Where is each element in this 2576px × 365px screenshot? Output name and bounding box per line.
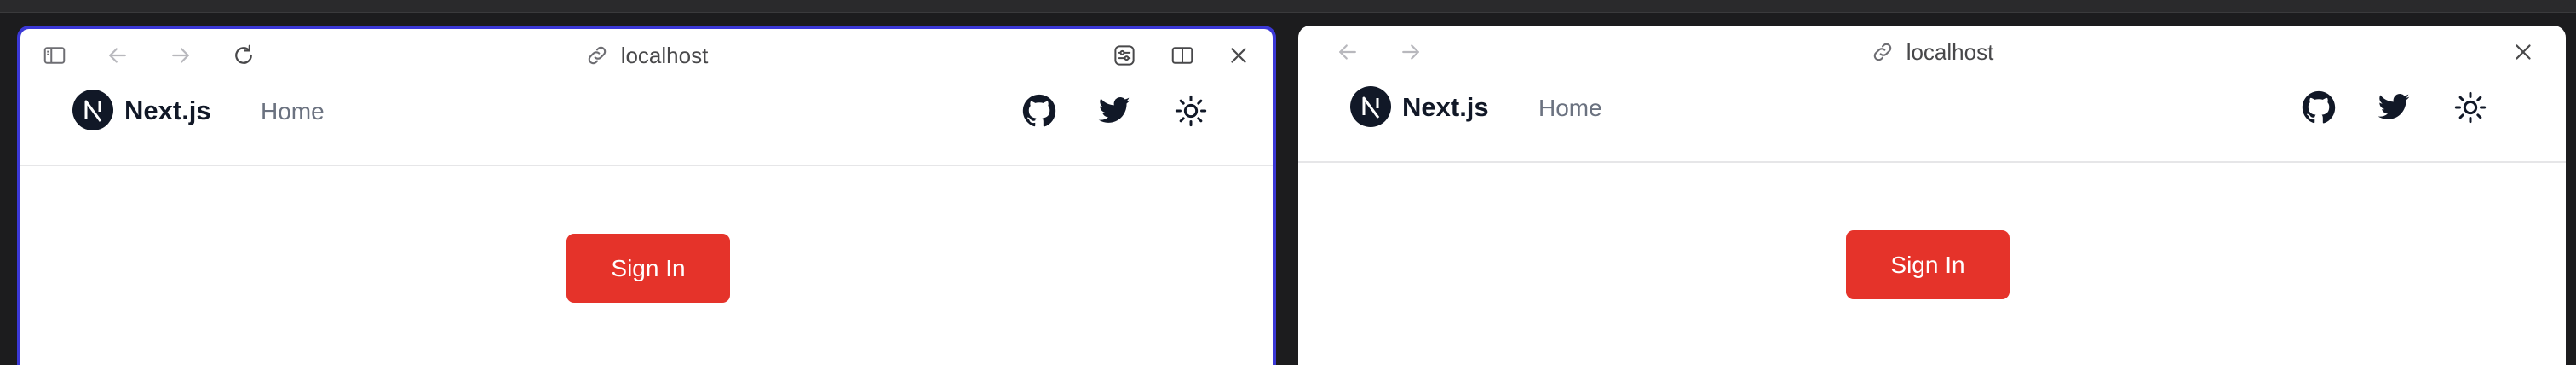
back-arrow-icon[interactable] [102,40,133,71]
github-icon[interactable] [1022,94,1056,128]
url-text[interactable]: localhost [1906,39,1994,66]
browser-pane-right: localhost Next.js Home Sign In [1298,26,2566,365]
sidebar-icon[interactable] [39,40,70,71]
github-icon[interactable] [2302,90,2336,125]
split-view-icon[interactable] [1167,40,1198,71]
brand-name[interactable]: Next.js [124,96,211,126]
close-icon[interactable] [1223,40,1254,71]
window-frame [0,0,2576,13]
url-text[interactable]: localhost [621,43,709,69]
sliders-icon[interactable] [1109,40,1140,71]
link-icon [1873,43,1891,61]
forward-arrow-icon[interactable] [165,40,196,71]
address-bar: localhost [1298,26,2566,78]
browser-pane-left: localhost Next.js Home Sign In [17,26,1276,365]
sign-in-button[interactable]: Sign In [566,234,730,303]
twitter-icon[interactable] [1097,94,1131,128]
nav-home-link[interactable]: Home [1538,94,1602,123]
sun-icon[interactable] [1174,94,1208,128]
nav-home-link[interactable]: Home [261,97,325,126]
brand-name[interactable]: Next.js [1402,92,1489,123]
toolbar: localhost [20,29,1273,82]
nextjs-logo-icon[interactable] [72,89,114,131]
close-icon[interactable] [2508,37,2539,67]
address-bar: localhost [20,29,1273,82]
link-icon [588,46,606,65]
nextjs-logo-icon[interactable] [1349,85,1392,128]
forward-arrow-icon[interactable] [1395,37,1426,67]
back-arrow-icon[interactable] [1332,37,1363,67]
reload-icon[interactable] [228,40,259,71]
toolbar: localhost [1298,26,2566,78]
sign-in-button[interactable]: Sign In [1846,230,2010,299]
sun-icon[interactable] [2453,90,2487,125]
twitter-icon[interactable] [2377,90,2411,125]
